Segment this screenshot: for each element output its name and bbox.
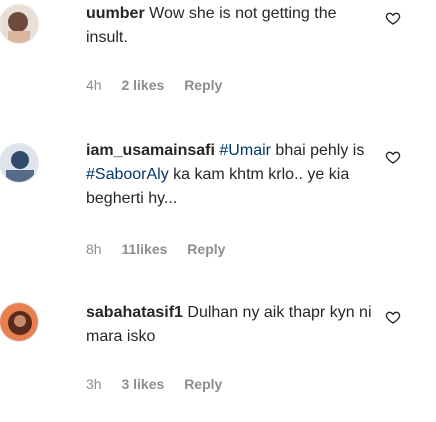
comment-likes[interactable]: 2 likes: [121, 77, 164, 93]
like-heart-icon[interactable]: [385, 309, 401, 325]
comment-likes[interactable]: 11likes: [121, 241, 167, 257]
comment-meta: 4h 2 likes Reply: [86, 77, 238, 93]
reply-button[interactable]: Reply: [184, 376, 222, 392]
comment-likes[interactable]: 3 likes: [121, 376, 164, 392]
avatar[interactable]: [0, 143, 39, 183]
avatar-image: [0, 303, 38, 341]
comment-item: uumber Wow she is not getting the insult…: [0, 0, 436, 120]
comment-meta: 3h 3 likes Reply: [86, 376, 238, 392]
reply-button[interactable]: Reply: [187, 241, 225, 257]
comment-time: 3h: [86, 376, 102, 392]
comment-time: 4h: [86, 77, 102, 93]
avatar[interactable]: [0, 302, 39, 342]
hashtag-link[interactable]: #SaboorAly: [86, 166, 169, 183]
comment-text: iam_usamainsafi #Umair bhai pehly is #Sa…: [86, 139, 376, 211]
comment-username[interactable]: sabahatasif1: [86, 304, 183, 321]
comment-text: uumber Wow she is not getting the insult…: [86, 2, 376, 50]
comment-item: sabahatasif1 Dulhan ny aik thapr kyn ni …: [0, 302, 436, 422]
avatar[interactable]: [0, 4, 39, 44]
like-heart-icon[interactable]: [385, 149, 401, 165]
comment-text: sabahatasif1 Dulhan ny aik thapr kyn ni …: [86, 301, 376, 349]
comment-meta: 8h 11likes Reply: [86, 241, 241, 257]
hashtag-link[interactable]: #Umair: [219, 142, 271, 159]
comment-time: 8h: [86, 241, 102, 257]
avatar-image: [0, 5, 38, 43]
reply-button[interactable]: Reply: [184, 77, 222, 93]
comment-item: iam_usamainsafi #Umair bhai pehly is #Sa…: [0, 140, 436, 290]
comment-username[interactable]: uumber: [86, 5, 145, 22]
like-heart-icon[interactable]: [385, 10, 401, 26]
comment-username[interactable]: iam_usamainsafi: [86, 142, 215, 159]
comment-body: bhai pehly is: [270, 142, 365, 159]
avatar-image: [0, 144, 38, 182]
